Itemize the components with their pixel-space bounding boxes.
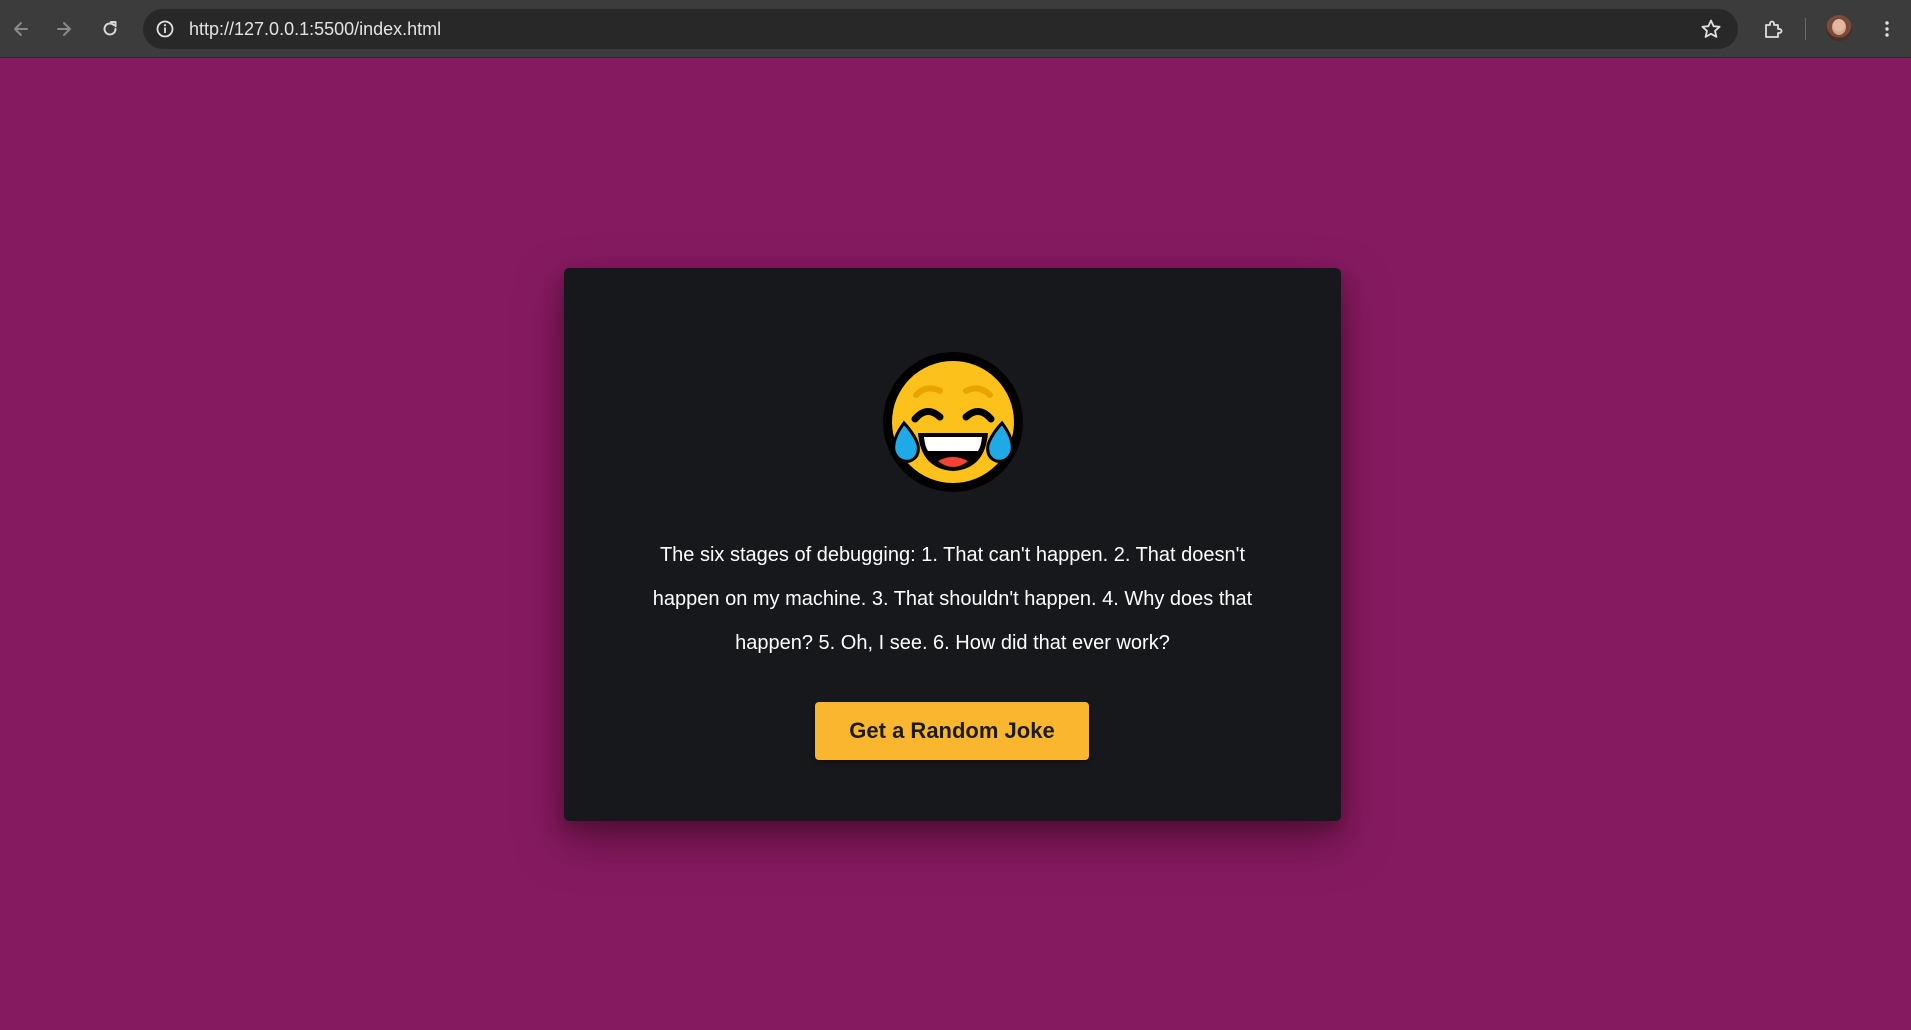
reload-icon [103, 21, 117, 36]
reload-button[interactable] [93, 12, 127, 46]
arrow-left-icon [14, 22, 28, 36]
get-random-joke-button[interactable]: Get a Random Joke [815, 702, 1089, 760]
url-text[interactable]: http://127.0.0.1:5500/index.html [189, 9, 441, 49]
browser-toolbar: http://127.0.0.1:5500/index.html [0, 0, 1911, 58]
toolbar-divider [1805, 18, 1806, 40]
puzzle-icon [1765, 20, 1783, 38]
joke-text: The six stages of debugging: 1. That can… [652, 544, 1253, 654]
back-button[interactable] [4, 12, 38, 46]
kebab-menu-icon [1885, 21, 1889, 37]
joke-card: The six stages of debugging: 1. That can… [564, 268, 1341, 821]
address-bar[interactable]: http://127.0.0.1:5500/index.html [143, 9, 1738, 49]
browser-menu-button[interactable] [1870, 12, 1904, 46]
face-with-tears-of-joy-icon [883, 352, 1023, 492]
arrow-right-icon [57, 22, 71, 36]
extensions-button[interactable] [1756, 12, 1790, 46]
profile-avatar[interactable] [1826, 15, 1852, 41]
star-icon [1701, 19, 1721, 38]
site-info-button[interactable] [152, 16, 178, 42]
bookmark-button[interactable] [1698, 16, 1724, 42]
forward-button[interactable] [47, 12, 81, 46]
info-icon [156, 20, 174, 38]
